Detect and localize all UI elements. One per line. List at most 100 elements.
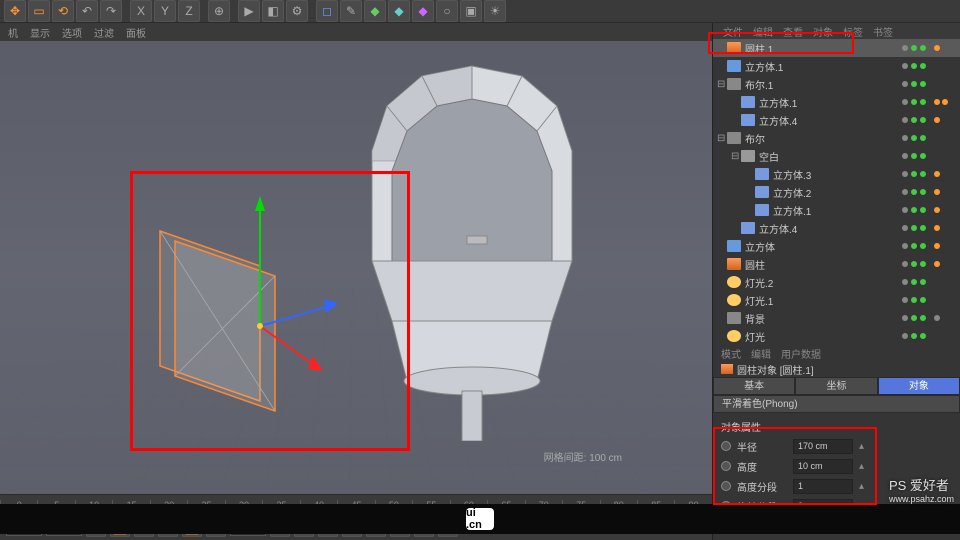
spline-pen-icon[interactable]: ✎ [340,0,362,22]
object-row[interactable]: ⊟布尔.1 [713,75,960,93]
visibility-dots[interactable] [890,171,930,177]
view-panel-menu[interactable]: 面板 [126,25,146,40]
visibility-dots[interactable] [890,135,930,141]
visibility-dots[interactable] [890,117,930,123]
visibility-dots[interactable] [890,333,930,339]
spinner-icon[interactable]: ▴ [859,461,867,472]
tab-coord[interactable]: 坐标 [795,377,877,395]
tag-icons[interactable] [930,225,960,231]
visibility-dots[interactable] [890,315,930,321]
attr-edit-menu[interactable]: 编辑 [751,346,771,361]
3d-viewport[interactable]: 网格间距: 100 cm [0,41,712,494]
move-tool-icon[interactable]: ✥ [4,0,26,22]
cube-icon [727,60,741,72]
view-options-menu[interactable]: 选项 [62,25,82,40]
tag-icons[interactable] [930,207,960,213]
object-name: 布尔 [745,131,890,146]
environment-icon[interactable]: ○ [436,0,458,22]
menu-bookmarks[interactable]: 书签 [873,24,893,39]
render-icon[interactable]: ▶ [238,0,260,22]
camera-icon[interactable]: ▣ [460,0,482,22]
object-row[interactable]: 立方体.1 [713,93,960,111]
view-display-menu[interactable]: 显示 [30,25,50,40]
select-tool-icon[interactable]: ▭ [28,0,50,22]
tag-icons[interactable] [930,99,960,105]
menu-file[interactable]: 文件 [723,24,743,39]
generator-icon[interactable]: ◆ [388,0,410,22]
visibility-dots[interactable] [890,45,930,51]
cube-icon [727,240,741,252]
redo-icon[interactable]: ↷ [100,0,122,22]
object-row[interactable]: 圆柱.1 [713,39,960,57]
tag-icons[interactable] [930,45,960,51]
nurbs-icon[interactable]: ◆ [364,0,386,22]
object-row[interactable]: 立方体.1 [713,201,960,219]
axis-y-icon[interactable]: Y [154,0,176,22]
visibility-dots[interactable] [890,63,930,69]
visibility-dots[interactable] [890,189,930,195]
tab-object[interactable]: 对象 [878,377,960,395]
hseg-input[interactable] [793,479,853,494]
visibility-dots[interactable] [890,81,930,87]
object-manager[interactable]: 圆柱.1立方体.1⊟布尔.1立方体.1立方体.4⊟布尔⊟空白立方体.3立方体.2… [713,39,960,345]
tab-basic[interactable]: 基本 [713,377,795,395]
tag-icons[interactable] [930,243,960,249]
object-row[interactable]: 立方体.4 [713,111,960,129]
object-row[interactable]: ⊟布尔 [713,129,960,147]
object-row[interactable]: 背景 [713,309,960,327]
object-row[interactable]: 灯光.1 [713,291,960,309]
light-icon [727,276,741,288]
object-row[interactable]: 立方体.1 [713,57,960,75]
attr-mode-menu[interactable]: 模式 [721,346,741,361]
visibility-dots[interactable] [890,207,930,213]
object-row[interactable]: 立方体.3 [713,165,960,183]
selected-object-gizmo[interactable] [130,171,410,451]
tab-phong[interactable]: 平滑着色(Phong) [713,395,960,413]
height-input[interactable] [793,459,853,474]
radio-icon[interactable] [721,481,731,491]
coord-icon[interactable]: ⊕ [208,0,230,22]
visibility-dots[interactable] [890,297,930,303]
visibility-dots[interactable] [890,243,930,249]
visibility-dots[interactable] [890,153,930,159]
render-settings-icon[interactable]: ⚙ [286,0,308,22]
menu-view[interactable]: 查看 [783,24,803,39]
object-row[interactable]: 灯光 [713,327,960,345]
rotate-tool-icon[interactable]: ⟲ [52,0,74,22]
object-row[interactable]: 立方体.4 [713,219,960,237]
viewport[interactable]: 机 显示 选项 过滤 面板 [0,23,712,540]
tag-icons[interactable] [930,117,960,123]
primitive-cube-icon[interactable]: ◻ [316,0,338,22]
render-region-icon[interactable]: ◧ [262,0,284,22]
view-filter-menu[interactable]: 过滤 [94,25,114,40]
visibility-dots[interactable] [890,225,930,231]
tag-icons[interactable] [930,189,960,195]
deformer-icon[interactable]: ◆ [412,0,434,22]
menu-tags[interactable]: 标签 [843,24,863,39]
radio-icon[interactable] [721,461,731,471]
object-row[interactable]: ⊟空白 [713,147,960,165]
spinner-icon[interactable]: ▴ [859,481,867,492]
visibility-dots[interactable] [890,261,930,267]
object-row[interactable]: 立方体 [713,237,960,255]
radius-input[interactable] [793,439,853,454]
object-row[interactable]: 灯光.2 [713,273,960,291]
cone-icon [741,96,755,108]
visibility-dots[interactable] [890,99,930,105]
menu-edit[interactable]: 编辑 [753,24,773,39]
object-row[interactable]: 立方体.2 [713,183,960,201]
view-camera-menu[interactable]: 机 [8,25,18,40]
visibility-dots[interactable] [890,279,930,285]
tag-icons[interactable] [930,261,960,267]
tag-icons[interactable] [930,315,960,321]
radio-icon[interactable] [721,441,731,451]
light-icon[interactable]: ☀ [484,0,506,22]
tag-icons[interactable] [930,171,960,177]
object-row[interactable]: 圆柱 [713,255,960,273]
axis-x-icon[interactable]: X [130,0,152,22]
attr-userdata-menu[interactable]: 用户数据 [781,346,821,361]
menu-objects[interactable]: 对象 [813,24,833,39]
axis-z-icon[interactable]: Z [178,0,200,22]
spinner-icon[interactable]: ▴ [859,441,867,452]
undo-icon[interactable]: ↶ [76,0,98,22]
